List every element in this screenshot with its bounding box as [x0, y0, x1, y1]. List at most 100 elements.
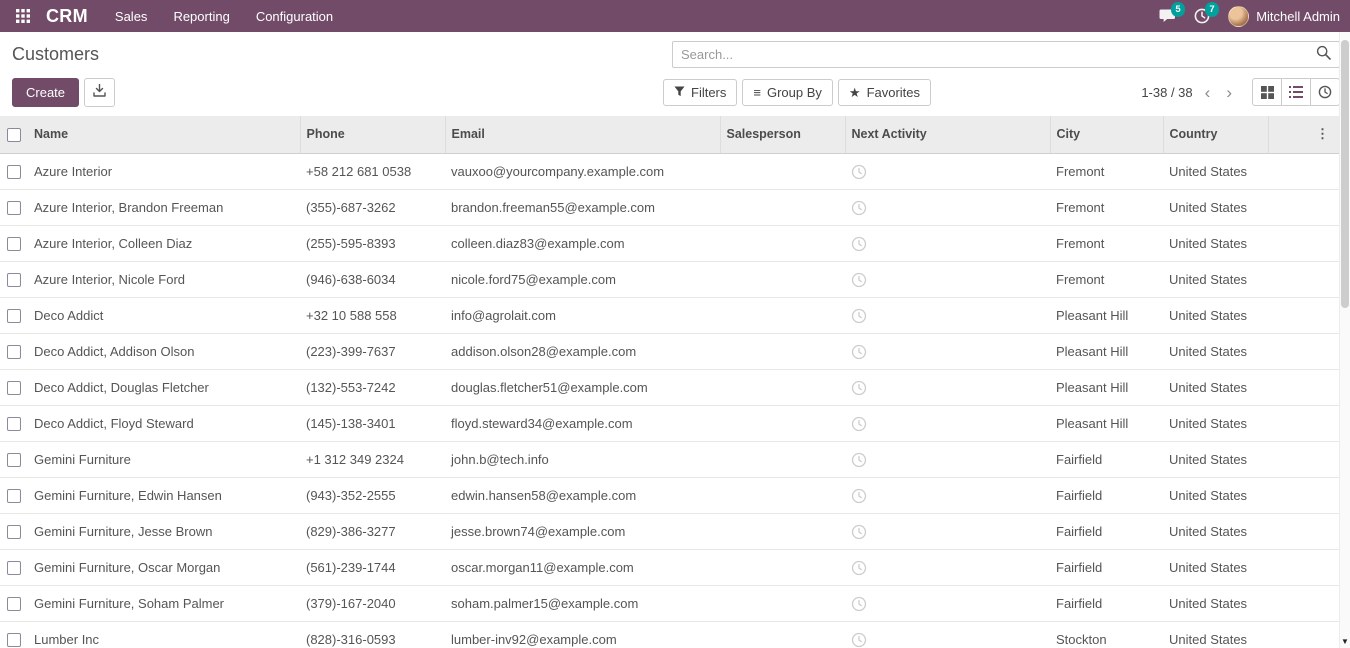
cell-email[interactable]: douglas.fletcher51@example.com	[445, 370, 720, 406]
clock-icon[interactable]	[851, 451, 867, 466]
row-checkbox[interactable]	[7, 633, 21, 647]
row-checkbox-cell[interactable]	[0, 622, 28, 648]
cell-phone[interactable]: +32 10 588 558	[300, 298, 445, 334]
cell-name[interactable]: Gemini Furniture, Oscar Morgan	[28, 550, 300, 586]
cell-country[interactable]: United States	[1163, 442, 1268, 478]
pager-next-button[interactable]: ›	[1218, 84, 1240, 101]
table-row[interactable]: Azure Interior, Brandon Freeman(355)-687…	[0, 190, 1339, 226]
column-header-next-activity[interactable]: Next Activity	[845, 116, 1050, 154]
cell-email[interactable]: edwin.hansen58@example.com	[445, 478, 720, 514]
cell-email[interactable]: soham.palmer15@example.com	[445, 586, 720, 622]
cell-next-activity[interactable]	[845, 442, 1050, 478]
cell-country[interactable]: United States	[1163, 298, 1268, 334]
scrollbar-thumb[interactable]	[1341, 40, 1349, 308]
row-checkbox-cell[interactable]	[0, 586, 28, 622]
cell-next-activity[interactable]	[845, 370, 1050, 406]
cell-salesperson[interactable]	[720, 514, 845, 550]
cell-next-activity[interactable]	[845, 190, 1050, 226]
cell-city[interactable]: Fairfield	[1050, 550, 1163, 586]
cell-salesperson[interactable]	[720, 334, 845, 370]
cell-salesperson[interactable]	[720, 478, 845, 514]
pager-previous-button[interactable]: ‹	[1197, 84, 1219, 101]
clock-icon[interactable]	[851, 631, 867, 646]
table-row[interactable]: Deco Addict+32 10 588 558info@agrolait.c…	[0, 298, 1339, 334]
clock-icon[interactable]	[851, 271, 867, 286]
cell-name[interactable]: Gemini Furniture, Edwin Hansen	[28, 478, 300, 514]
cell-name[interactable]: Gemini Furniture, Soham Palmer	[28, 586, 300, 622]
cell-city[interactable]: Pleasant Hill	[1050, 298, 1163, 334]
column-header-email[interactable]: Email	[445, 116, 720, 154]
clock-icon[interactable]	[851, 487, 867, 502]
cell-name[interactable]: Gemini Furniture	[28, 442, 300, 478]
cell-email[interactable]: colleen.diaz83@example.com	[445, 226, 720, 262]
cell-email[interactable]: john.b@tech.info	[445, 442, 720, 478]
cell-country[interactable]: United States	[1163, 514, 1268, 550]
table-row[interactable]: Lumber Inc(828)-316-0593lumber-inv92@exa…	[0, 622, 1339, 648]
row-checkbox[interactable]	[7, 273, 21, 287]
select-all-checkbox[interactable]	[7, 128, 21, 142]
cell-phone[interactable]: (355)-687-3262	[300, 190, 445, 226]
cell-name[interactable]: Deco Addict	[28, 298, 300, 334]
cell-email[interactable]: brandon.freeman55@example.com	[445, 190, 720, 226]
activity-view-button[interactable]	[1310, 78, 1340, 106]
cell-country[interactable]: United States	[1163, 586, 1268, 622]
clock-icon[interactable]	[851, 343, 867, 358]
cell-city[interactable]: Fremont	[1050, 190, 1163, 226]
cell-name[interactable]: Azure Interior	[28, 154, 300, 190]
cell-name[interactable]: Lumber Inc	[28, 622, 300, 648]
create-button[interactable]: Create	[12, 78, 79, 107]
cell-salesperson[interactable]	[720, 226, 845, 262]
row-checkbox-cell[interactable]	[0, 370, 28, 406]
cell-phone[interactable]: (379)-167-2040	[300, 586, 445, 622]
cell-country[interactable]: United States	[1163, 406, 1268, 442]
cell-phone[interactable]: +1 312 349 2324	[300, 442, 445, 478]
cell-name[interactable]: Azure Interior, Nicole Ford	[28, 262, 300, 298]
cell-country[interactable]: United States	[1163, 154, 1268, 190]
cell-email[interactable]: oscar.morgan11@example.com	[445, 550, 720, 586]
cell-city[interactable]: Fairfield	[1050, 514, 1163, 550]
cell-email[interactable]: info@agrolait.com	[445, 298, 720, 334]
cell-email[interactable]: floyd.steward34@example.com	[445, 406, 720, 442]
cell-name[interactable]: Deco Addict, Douglas Fletcher	[28, 370, 300, 406]
row-checkbox[interactable]	[7, 597, 21, 611]
clock-icon[interactable]	[851, 235, 867, 250]
clock-icon[interactable]	[851, 199, 867, 214]
cell-country[interactable]: United States	[1163, 478, 1268, 514]
cell-salesperson[interactable]	[720, 442, 845, 478]
cell-salesperson[interactable]	[720, 190, 845, 226]
favorites-button[interactable]: ★ Favorites	[838, 79, 931, 107]
table-row[interactable]: Gemini Furniture, Jesse Brown(829)-386-3…	[0, 514, 1339, 550]
cell-phone[interactable]: +58 212 681 0538	[300, 154, 445, 190]
cell-city[interactable]: Fremont	[1050, 226, 1163, 262]
table-row[interactable]: Gemini Furniture, Edwin Hansen(943)-352-…	[0, 478, 1339, 514]
table-row[interactable]: Azure Interior, Colleen Diaz(255)-595-83…	[0, 226, 1339, 262]
row-checkbox-cell[interactable]	[0, 334, 28, 370]
list-view-button[interactable]	[1281, 78, 1311, 106]
search-icon[interactable]	[1316, 45, 1331, 65]
row-checkbox[interactable]	[7, 345, 21, 359]
column-header-name[interactable]: Name	[28, 116, 300, 154]
cell-salesperson[interactable]	[720, 550, 845, 586]
clock-icon[interactable]	[851, 379, 867, 394]
cell-phone[interactable]: (946)-638-6034	[300, 262, 445, 298]
row-checkbox-cell[interactable]	[0, 478, 28, 514]
cell-next-activity[interactable]	[845, 298, 1050, 334]
clock-icon[interactable]	[851, 415, 867, 430]
cell-salesperson[interactable]	[720, 406, 845, 442]
messages-icon[interactable]: 5	[1159, 8, 1176, 24]
apps-menu-icon[interactable]	[10, 0, 36, 32]
cell-name[interactable]: Azure Interior, Colleen Diaz	[28, 226, 300, 262]
cell-email[interactable]: vauxoo@yourcompany.example.com	[445, 154, 720, 190]
row-checkbox-cell[interactable]	[0, 550, 28, 586]
column-header-city[interactable]: City	[1050, 116, 1163, 154]
cell-next-activity[interactable]	[845, 154, 1050, 190]
table-row[interactable]: Gemini Furniture+1 312 349 2324john.b@te…	[0, 442, 1339, 478]
clock-icon[interactable]	[851, 307, 867, 322]
cell-next-activity[interactable]	[845, 586, 1050, 622]
table-row[interactable]: Deco Addict, Floyd Steward(145)-138-3401…	[0, 406, 1339, 442]
user-menu[interactable]: Mitchell Admin	[1228, 6, 1340, 27]
row-checkbox[interactable]	[7, 201, 21, 215]
cell-salesperson[interactable]	[720, 298, 845, 334]
optional-columns-toggle-icon[interactable]: ⋮	[1312, 126, 1333, 142]
cell-country[interactable]: United States	[1163, 334, 1268, 370]
